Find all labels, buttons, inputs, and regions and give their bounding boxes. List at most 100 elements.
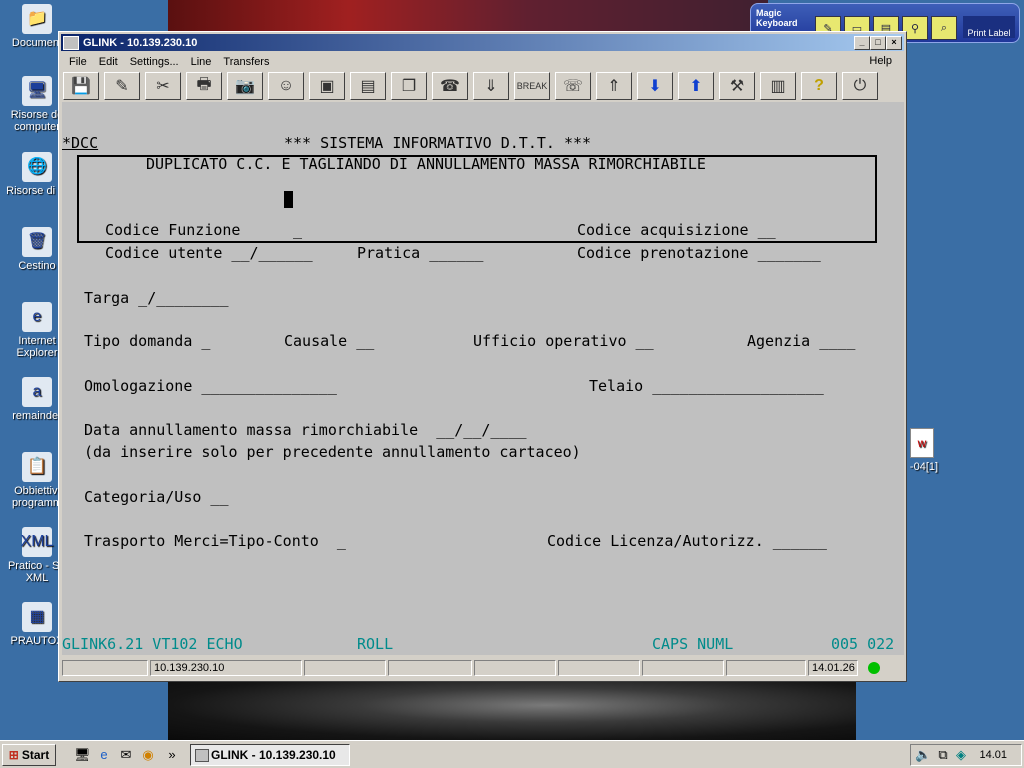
glink-app-icon [63, 35, 79, 50]
status-cell-empty [642, 660, 724, 676]
ufficio-operativo-field[interactable]: Ufficio operativo __ [473, 332, 654, 350]
status-cell-empty [388, 660, 472, 676]
print-label-button[interactable]: Print Label [963, 16, 1015, 38]
status-bar: 10.139.230.10 14.01.26 [62, 660, 904, 678]
connection-status-icon [868, 662, 880, 674]
tool-bar: 💾 ✎ ✂ 🖶 📷 ☺ ▣ ▤ ❐ ☎ ⇓ BREAK ☏ ⇑ ⬇ ⬆ ⚒ ▥? ⏻ [63, 71, 902, 101]
telaio-field[interactable]: Telaio ___________________ [589, 377, 824, 395]
windows-logo-icon: ⊞ [8, 748, 19, 762]
agent-icon[interactable]: ☺ [268, 72, 304, 100]
minimize-button[interactable]: _ [854, 36, 870, 50]
arrow-down-icon[interactable]: ⬇ [637, 72, 673, 100]
pratica-field[interactable]: Pratica ______ [357, 244, 483, 262]
roll-indicator: ROLL [357, 635, 394, 653]
camera-icon[interactable]: 📷 [227, 72, 263, 100]
media-quicklaunch-icon[interactable]: ◉ [140, 747, 156, 763]
ie-quicklaunch-icon[interactable]: e [96, 747, 112, 763]
download-tray-icon[interactable]: ⇓ [473, 72, 509, 100]
codice-funzione-field[interactable]: _ [293, 221, 302, 239]
text-cursor [284, 191, 293, 208]
codice-funzione-label: Codice Funzione [105, 221, 241, 239]
phone-icon[interactable]: ☏ [555, 72, 591, 100]
terminal-screen[interactable]: *DCC *** SISTEMA INFORMATIVO D.T.T. *** … [62, 102, 904, 655]
keyboard-icon[interactable]: ▥ [760, 72, 796, 100]
trasporto-merci-field[interactable]: Trasporto Merci=Tipo-Conto _ [84, 532, 346, 550]
desktop-item-icon: a [22, 377, 52, 407]
codice-licenza-field[interactable]: Codice Licenza/Autorizz. ______ [547, 532, 827, 550]
cursor-position: 005 022 [831, 635, 895, 653]
chevron-right-icon[interactable]: » [164, 747, 180, 763]
tipo-domanda-field[interactable]: Tipo domanda _ [84, 332, 210, 350]
data-annullamento-note: (da inserire solo per precedente annulla… [84, 443, 581, 461]
targa-field[interactable]: Targa _/________ [84, 289, 229, 307]
desktop-item-icon: 📁 [22, 4, 52, 34]
categoria-uso-field[interactable]: Categoria/Uso __ [84, 488, 229, 506]
menu-line[interactable]: Line [185, 56, 218, 68]
codice-acquisizione-field[interactable]: Codice acquisizione __ [577, 221, 776, 239]
taskbar: ⊞ Start 🖥 e ✉ ◉ » GLINK - 10.139.230.10 … [0, 740, 1024, 768]
menu-edit[interactable]: Edit [93, 56, 124, 68]
capture-icon[interactable]: ▣ [309, 72, 345, 100]
codice-prenotazione-field[interactable]: Codice prenotazione _______ [577, 244, 821, 262]
emulator-status: GLINK6.21 VT102 ECHO [62, 635, 243, 653]
mk-zoom-icon[interactable]: ⌕ [931, 16, 957, 40]
desktop-icon-label: -04[1] [909, 461, 939, 473]
data-annullamento-field[interactable]: Data annullamento massa rimorchiabile __… [84, 421, 527, 439]
magic-keyboard-title: Magic Keyboard [756, 8, 798, 28]
menu-bar: File Edit Settings... Line Transfers Hel… [63, 53, 902, 71]
windows-icon[interactable]: ❐ [391, 72, 427, 100]
network-icon[interactable]: ⧉ [935, 747, 951, 763]
desktop-item-icon: 📋 [22, 452, 52, 482]
glink-task-icon [195, 749, 209, 762]
restore-icon[interactable]: ▤ [350, 72, 386, 100]
menu-transfers[interactable]: Transfers [217, 56, 275, 68]
desktop-item-icon: 🖥 [22, 76, 52, 106]
desktop-item-icon: 🗑 [22, 227, 52, 257]
upload-tray-icon[interactable]: ⇑ [596, 72, 632, 100]
maximize-button[interactable]: □ [870, 36, 886, 50]
status-cell-empty [474, 660, 556, 676]
screen-id: *DCC [62, 134, 99, 152]
save-icon[interactable]: 💾 [63, 72, 99, 100]
codice-utente-field[interactable]: Codice utente __/______ [105, 244, 313, 262]
keyboard-indicators: CAPS NUML [652, 635, 734, 653]
status-time: 14.01.26 [808, 660, 858, 676]
exclude-icon[interactable]: ⚒ [719, 72, 755, 100]
window-title: GLINK - 10.139.230.10 [83, 36, 198, 49]
start-button[interactable]: ⊞ Start [2, 744, 56, 766]
omologazione-field[interactable]: Omologazione _______________ [84, 377, 337, 395]
menu-file[interactable]: File [63, 56, 93, 68]
causale-field[interactable]: Causale __ [284, 332, 374, 350]
status-cell-empty [726, 660, 806, 676]
agent-tray-icon[interactable]: ◈ [953, 747, 969, 763]
status-cell-empty [62, 660, 148, 676]
volume-icon[interactable]: 🔈 [915, 747, 931, 763]
agenzia-field[interactable]: Agenzia ____ [747, 332, 855, 350]
screen-header: *** SISTEMA INFORMATIVO D.T.T. *** [284, 134, 592, 152]
menu-help[interactable]: Help [863, 55, 898, 67]
close-button[interactable]: × [886, 36, 902, 50]
outlook-quicklaunch-icon[interactable]: ✉ [118, 747, 134, 763]
status-host: 10.139.230.10 [150, 660, 302, 676]
arrow-up-icon[interactable]: ⬆ [678, 72, 714, 100]
printer-icon[interactable]: 🖶 [186, 72, 222, 100]
title-bar[interactable]: GLINK - 10.139.230.10 _ □ × [61, 34, 904, 51]
desktop-item-icon: XML [21, 527, 53, 557]
desktop-icon-document[interactable]: w -04[1] [904, 428, 944, 473]
clock: 14.01 [979, 749, 1007, 761]
status-cell-empty [304, 660, 386, 676]
tools-icon[interactable]: ✂ [145, 72, 181, 100]
wallpaper [168, 0, 768, 34]
menu-settings[interactable]: Settings... [124, 56, 185, 68]
exit-icon[interactable]: ⏻ [842, 72, 878, 100]
desktop-item-icon: ▦ [22, 602, 52, 632]
status-cell-empty [558, 660, 640, 676]
phone-book-icon[interactable]: ☎ [432, 72, 468, 100]
taskbar-item-glink[interactable]: GLINK - 10.139.230.10 [190, 744, 350, 766]
help-icon[interactable]: ? [801, 72, 837, 100]
wizard-icon[interactable]: ✎ [104, 72, 140, 100]
wallpaper-bottom [168, 682, 856, 740]
break-icon[interactable]: BREAK [514, 72, 550, 100]
desktop-quicklaunch-icon[interactable]: 🖥 [74, 747, 91, 763]
desktop-item-icon: 🌐 [22, 152, 52, 182]
